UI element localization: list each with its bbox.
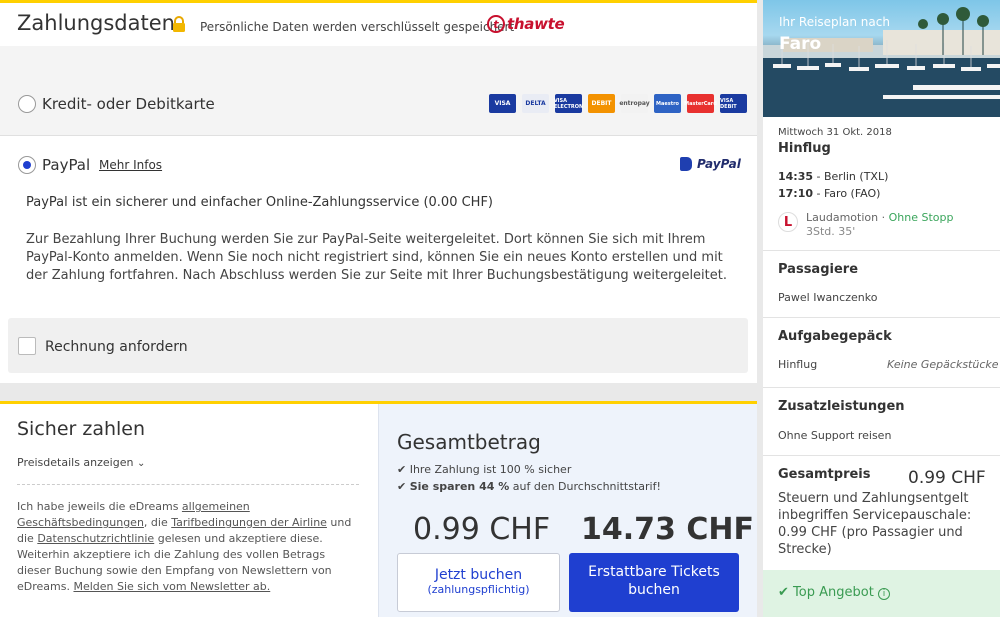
lock-icon [173,16,185,32]
card-option-row[interactable] [0,46,757,136]
check-icon: ✔ [397,480,407,493]
entropay-logo-icon: entropay [619,94,650,113]
stops-info: Ohne Stopp [888,211,954,224]
passengers-title: Passagiere [778,262,859,277]
divider [763,387,1000,388]
airline-terms-link[interactable]: Tarifbedingungen der Airline [171,516,327,529]
card-radio[interactable] [18,95,36,113]
invoice-label[interactable]: Rechnung anfordern [45,339,188,355]
divider [17,484,359,485]
chevron-down-icon[interactable]: ⌄ [137,458,145,469]
visa-electron-logo-icon: VISA ELECTRON [554,94,583,113]
paypal-more-info-link[interactable]: Mehr Infos [99,158,162,172]
paypal-wordmark: PayPal [697,157,741,171]
top-offer: ✔ Top Angebot i [778,585,890,600]
divider [763,455,1000,456]
feature-savings-bold: Sie sparen 44 % [409,480,510,493]
maestro-logo-icon: Maestro [654,94,681,113]
departure-place: Berlin (TXL) [823,170,889,183]
trip-label: Ihr Reiseplan nach [779,15,890,29]
legal-text: Ich habe jeweils die eDreams allgemeinen… [17,499,362,595]
visa-logo-icon: VISA [489,94,516,113]
baggage-title: Aufgabegepäck [778,329,892,344]
total-title: Gesamtbetrag [397,430,541,454]
feature-secure: ✔ Ihre Zahlung ist 100 % sicher [397,463,571,476]
extras-title: Zusatzleistungen [778,399,905,414]
feature-secure-text: Ihre Zahlung ist 100 % sicher [409,463,572,476]
top-offer-label: Top Angebot [793,585,874,600]
secure-title: Sicher zahlen [17,418,146,440]
secure-note: Persönliche Daten werden verschlüsselt g… [200,20,515,34]
flight-duration: 3Std. 35' [806,225,856,238]
feature-savings-text: auf den Durchschnittstarif! [509,480,661,493]
card-option-label[interactable]: Kredit- oder Debitkarte [42,95,215,113]
thawte-logo: t thawte [487,15,565,33]
book-now-sublabel[interactable]: (zahlungspflichtig) [398,583,559,596]
paypal-option-label[interactable]: PayPal [42,156,90,174]
newsletter-unsubscribe-link[interactable]: Melden Sie sich vom Newsletter ab. [73,580,270,593]
price-standard: 0.99 CHF [413,512,551,547]
book-now-label[interactable]: Jetzt buchen [398,567,559,583]
fees-text: Steuern und Zahlungsentgelt inbegriffen … [778,491,972,557]
payment-title: Zahlungsdaten [17,11,175,35]
thawte-mark-icon: t [487,15,505,33]
baggage-leg: Hinflug [778,358,818,371]
visa-debit-logo-icon: VISA DEBIT [720,94,747,113]
airline-name: Laudamotion [806,211,879,224]
privacy-link[interactable]: Datenschutzrichtlinie [37,532,154,545]
departure: 14:35 - Berlin (TXL) [778,170,889,183]
departure-time: 14:35 [778,170,814,183]
paypal-radio[interactable] [18,156,36,174]
feature-savings: ✔ Sie sparen 44 % auf den Durchschnittst… [397,480,661,493]
price-details-toggle[interactable]: Preisdetails anzeigen ⌄ [17,456,145,469]
book-now-button[interactable]: Jetzt buchen (zahlungspflichtig) [397,553,560,612]
flight-date: Mittwoch 31 Okt. 2018 [778,127,892,138]
paypal-info-description: Zur Bezahlung Ihrer Buchung werden Sie z… [26,232,727,283]
mastercard-logo-icon: MasterCard [684,94,717,113]
card-logos: VISA DELTA VISA ELECTRON DEBIT entropay … [489,94,747,113]
arrival: 17:10 - Faro (FAO) [778,187,881,200]
total-price-value: 0.99 CHF [908,468,986,488]
trip-destination: Faro [779,34,822,54]
price-details-label[interactable]: Preisdetails anzeigen [17,456,133,469]
invoice-checkbox[interactable] [18,337,36,355]
paypal-info-title: PayPal ist ein sicherer und einfacher On… [26,195,493,210]
paypal-mark-icon [680,157,692,171]
airline-info: Laudamotion · Ohne Stopp [806,211,954,224]
info-icon[interactable]: i [877,588,890,600]
divider [763,250,1000,251]
arrival-place: Faro (FAO) [823,187,881,200]
total-price-title: Gesamtpreis [778,467,871,482]
check-icon: ✔ [778,585,789,600]
divider [763,317,1000,318]
mastercard-debit-logo-icon: DEBIT [588,94,615,113]
airline-logo-icon: L [778,212,798,232]
legal-text-part: , die [143,516,172,529]
passenger-name: Pawel Iwanczenko [778,291,878,304]
price-refundable: 14.73 CHF [581,512,754,547]
paypal-logo: PayPal [680,157,741,171]
legal-text-part: Ich habe jeweils die eDreams [17,500,182,513]
thawte-wordmark: thawte [507,15,565,33]
extras-value: Ohne Support reisen [778,429,892,442]
arrival-time: 17:10 [778,187,814,200]
check-icon: ✔ [397,463,407,476]
flight-direction: Hinflug [778,141,831,156]
delta-logo-icon: DELTA [522,94,549,113]
baggage-value: Keine Gepäckstücke [887,358,999,371]
book-refundable-button[interactable]: Erstattbare Tickets buchen [569,553,739,612]
